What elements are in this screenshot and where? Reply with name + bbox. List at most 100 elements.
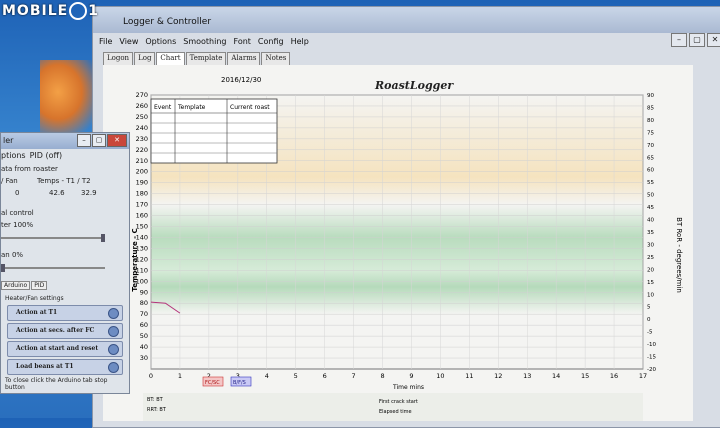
x-tick-label: 16 (610, 372, 618, 380)
status-area (143, 393, 643, 421)
status-first-crack: First crack start (379, 399, 418, 405)
minimize-button[interactable]: – (671, 33, 687, 47)
fc-sc-button[interactable]: FC/SC (202, 376, 224, 387)
window-controls: – ▢ ✕ (671, 33, 720, 47)
y-tick-label: 170 (136, 201, 148, 209)
tab-template[interactable]: Template (185, 52, 227, 66)
pid-menu-options[interactable]: ptions (1, 151, 26, 160)
x-tick-label: 15 (581, 372, 589, 380)
y-tick-label: 240 (136, 124, 148, 132)
pid-fan-pct-label: an 0% (1, 251, 24, 259)
y-tick-label: 70 (140, 310, 148, 318)
pid-maximize-button[interactable]: ▢ (92, 134, 106, 147)
tab-alarms[interactable]: Alarms (227, 52, 261, 66)
x-axis-ticks: 0 1 2 3 4 5 6 7 8 9 10 11 12 13 14 15 16 17 (149, 372, 647, 380)
y2-tick-label: 5 (647, 305, 651, 311)
menu-smoothing[interactable]: Smoothing (183, 37, 226, 51)
load-beans-row[interactable]: Load beans at T1 (7, 359, 123, 375)
y-tick-label: 270 (136, 91, 148, 99)
y2-tick-label: 70 (647, 143, 654, 149)
svg-text:FC/SC: FC/SC (205, 380, 220, 386)
pid-window-controls: – ▢ ✕ (77, 134, 127, 147)
menu-config[interactable]: Config (258, 37, 284, 51)
y2-tick-label: 0 (647, 317, 651, 323)
settings-icon[interactable] (108, 362, 119, 373)
pid-heater-label: ter 100% (1, 221, 34, 229)
x-tick-label: 9 (409, 372, 413, 380)
x-tick-label: 6 (323, 372, 327, 380)
heater-slider[interactable] (1, 234, 105, 242)
table-header-event: Event (154, 104, 172, 111)
action-after-fc-row[interactable]: Action at secs. after FC (7, 323, 123, 339)
window-title: Logger & Controller (123, 17, 212, 27)
menu-file[interactable]: File (99, 37, 112, 51)
settings-icon[interactable] (108, 326, 119, 337)
y2-tick-label: 10 (647, 292, 654, 298)
close-button[interactable]: ✕ (707, 33, 720, 47)
fan-slider-thumb[interactable] (1, 264, 5, 272)
bfs-button[interactable]: B/F/S (230, 376, 252, 387)
event-table: Event Template Current roast (150, 98, 278, 164)
roast-chart: 3040506070809010011012013014015016017018… (131, 76, 683, 421)
maximize-button[interactable]: ▢ (689, 33, 705, 47)
y-tick-label: 210 (136, 157, 148, 165)
y2-tick-label: 60 (647, 168, 654, 174)
y2-tick-label: 90 (647, 93, 654, 99)
y-tick-label: 160 (136, 212, 148, 220)
pid-minimize-button[interactable]: – (77, 134, 91, 147)
y2-tick-label: 15 (647, 280, 654, 286)
pid-tab-strip: Arduino PID (1, 281, 48, 290)
x-tick-label: 5 (294, 372, 298, 380)
tab-log[interactable]: Log (134, 52, 156, 66)
fan-slider[interactable] (1, 264, 105, 272)
menu-view[interactable]: View (119, 37, 138, 51)
y2-tick-label: 50 (647, 193, 654, 199)
pid-menu-pid[interactable]: PID (off) (30, 151, 63, 160)
svg-text:B/F/S: B/F/S (233, 380, 246, 386)
menu-font[interactable]: Font (234, 37, 251, 51)
main-titlebar[interactable]: Logger & Controller (93, 7, 720, 33)
y2-axis-ticks: -20 -15 -10 -5 0 5 10 15 20 25 30 35 40 45 50 55 60 65 70 7… (647, 93, 656, 373)
y2-tick-label: -10 (647, 342, 656, 348)
tab-notes[interactable]: Notes (261, 52, 291, 66)
pid-fan-label: / Fan (1, 177, 18, 185)
chart-date: 2016/12/30 (221, 76, 261, 84)
heater-slider-thumb[interactable] (101, 234, 105, 242)
x-tick-label: 13 (523, 372, 531, 380)
y-axis-ticks: 3040506070809010011012013014015016017018… (136, 91, 148, 362)
menu-options[interactable]: Options (145, 37, 176, 51)
tab-chart[interactable]: Chart (156, 52, 185, 66)
y2-tick-label: 40 (647, 218, 654, 224)
y-tick-label: 190 (136, 179, 148, 187)
watermark: MOBILE 1 (2, 2, 99, 20)
x-tick-label: 8 (380, 372, 384, 380)
x-tick-label: 14 (552, 372, 560, 380)
desktop-decoration (40, 60, 100, 140)
x-tick-label: 7 (352, 372, 356, 380)
y-tick-label: 50 (140, 332, 148, 340)
pid-data-label: ata from roaster (1, 165, 58, 173)
x-tick-label: 11 (465, 372, 473, 380)
y2-tick-label: 85 (647, 105, 654, 111)
settings-icon[interactable] (108, 308, 119, 319)
y-axis-label: Temperature - C (131, 228, 139, 291)
x-tick-label: 17 (639, 372, 647, 380)
x-tick-label: 10 (436, 372, 444, 380)
pid-titlebar[interactable]: ler – ▢ ✕ (1, 133, 129, 149)
chart-panel: 30 40 50 60 70 80 90 100 110 120 130 140 150 160 170 18… (103, 65, 693, 421)
y2-tick-label: -20 (647, 367, 656, 373)
action-at-t1-row[interactable]: Action at T1 (7, 305, 123, 321)
tab-pid[interactable]: PID (31, 281, 48, 290)
status-elapsed: Elapsed time (379, 409, 412, 415)
y-tick-label: 30 (140, 354, 148, 362)
pid-close-button[interactable]: ✕ (107, 134, 127, 147)
settings-icon[interactable] (108, 344, 119, 355)
menubar: File View Options Smoothing Font Config … (99, 37, 309, 51)
tab-arduino[interactable]: Arduino (1, 281, 31, 290)
tab-logon[interactable]: Logon (103, 52, 134, 66)
menu-help[interactable]: Help (291, 37, 309, 51)
status-rrt: RRT: BT (147, 407, 167, 413)
action-start-reset-row[interactable]: Action at start and reset (7, 341, 123, 357)
y2-tick-label: 65 (647, 155, 654, 161)
pid-t2-value: 32.9 (81, 189, 97, 197)
